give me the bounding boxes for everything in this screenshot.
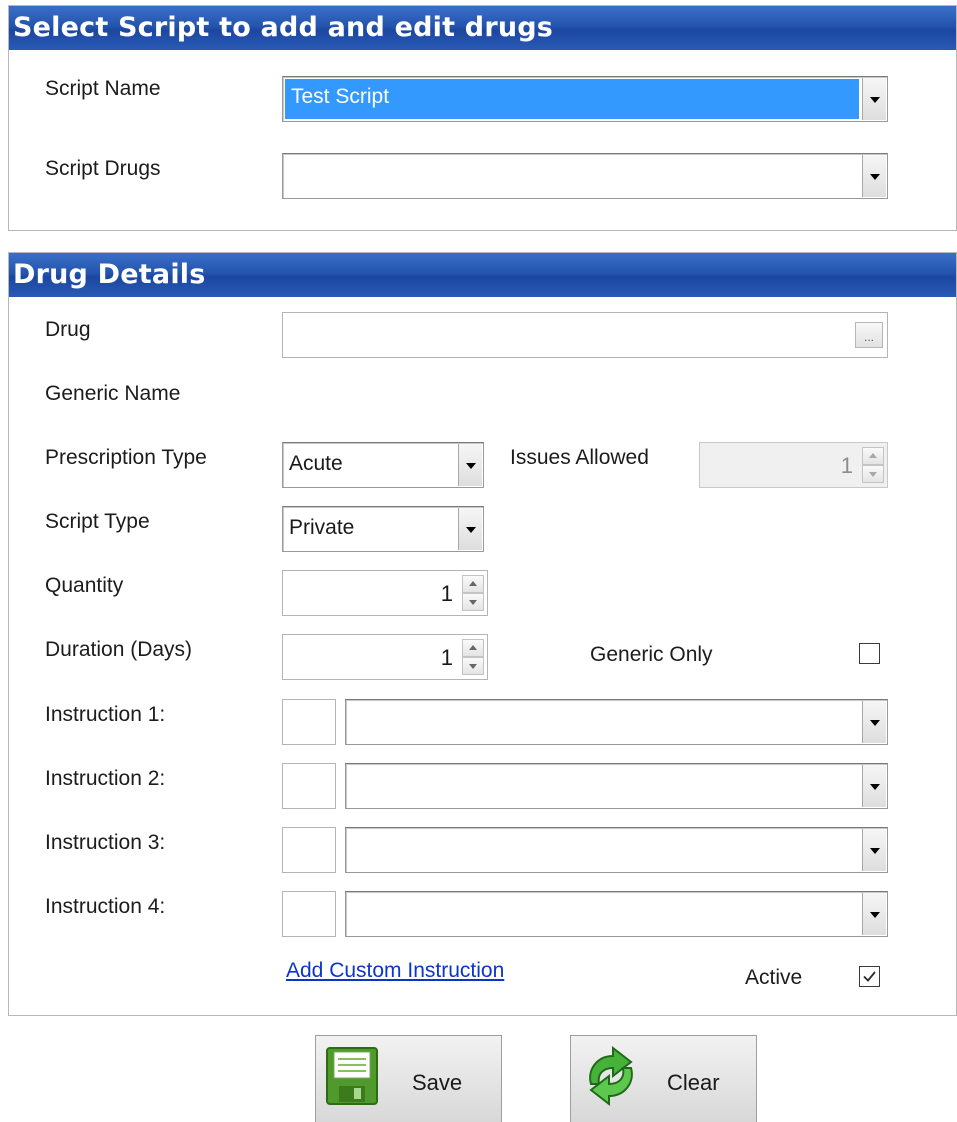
instruction-4-label: Instruction 4: bbox=[45, 895, 166, 918]
script-type-dropdown[interactable]: Private bbox=[282, 506, 484, 552]
script-name-label: Script Name bbox=[45, 77, 161, 100]
chevron-down-icon[interactable] bbox=[862, 765, 886, 807]
instruction-1-code-field[interactable] bbox=[282, 699, 336, 745]
issues-allowed-stepper: 1 bbox=[699, 442, 888, 488]
duration-value: 1 bbox=[440, 645, 453, 670]
stepper-down-icon bbox=[862, 465, 884, 483]
script-type-label: Script Type bbox=[45, 510, 150, 533]
stepper-down-icon[interactable] bbox=[462, 593, 484, 611]
save-button[interactable]: Save bbox=[315, 1035, 502, 1122]
clear-button[interactable]: Clear bbox=[570, 1035, 757, 1122]
instruction-1-dropdown[interactable] bbox=[345, 699, 888, 745]
duration-label: Duration (Days) bbox=[45, 638, 193, 661]
instruction-2-code-field[interactable] bbox=[282, 763, 336, 809]
stepper-up-icon[interactable] bbox=[462, 575, 484, 593]
prescription-type-value: Acute bbox=[289, 452, 343, 475]
chevron-down-icon[interactable] bbox=[458, 508, 482, 550]
active-label: Active bbox=[745, 966, 803, 989]
instruction-4-dropdown[interactable] bbox=[345, 891, 888, 937]
chevron-down-icon[interactable] bbox=[862, 893, 886, 935]
prescription-type-dropdown[interactable]: Acute bbox=[282, 442, 484, 488]
chevron-down-icon[interactable] bbox=[862, 78, 886, 120]
script-name-value: Test Script bbox=[285, 79, 859, 119]
select-script-panel: Select Script to add and edit drugs Scri… bbox=[8, 5, 957, 231]
drug-field[interactable]: ... bbox=[282, 312, 888, 358]
instruction-3-code-field[interactable] bbox=[282, 827, 336, 873]
instruction-2-label: Instruction 2: bbox=[45, 767, 166, 790]
script-type-value: Private bbox=[289, 516, 355, 539]
chevron-down-icon[interactable] bbox=[862, 829, 886, 871]
script-drugs-label: Script Drugs bbox=[45, 157, 161, 180]
drug-details-panel: Drug Details Drug ... Generic Name Presc… bbox=[8, 252, 957, 1016]
drug-browse-button[interactable]: ... bbox=[855, 322, 883, 348]
add-custom-instruction-link[interactable]: Add Custom Instruction bbox=[286, 959, 504, 983]
quantity-stepper[interactable]: 1 bbox=[282, 570, 488, 616]
stepper-up-icon bbox=[862, 447, 884, 465]
stepper-down-icon[interactable] bbox=[462, 657, 484, 675]
active-checkbox[interactable] bbox=[859, 966, 880, 987]
prescription-type-label: Prescription Type bbox=[45, 446, 207, 469]
recycle-icon bbox=[589, 1045, 633, 1107]
issues-allowed-value: 1 bbox=[840, 453, 853, 478]
chevron-down-icon[interactable] bbox=[862, 155, 886, 197]
chevron-down-icon[interactable] bbox=[862, 701, 886, 743]
script-name-dropdown[interactable]: Test Script bbox=[282, 76, 888, 122]
instruction-4-code-field[interactable] bbox=[282, 891, 336, 937]
drug-label: Drug bbox=[45, 318, 91, 341]
script-drugs-dropdown[interactable] bbox=[282, 153, 888, 199]
instruction-3-label: Instruction 3: bbox=[45, 831, 166, 854]
checkmark-icon bbox=[863, 971, 876, 982]
drug-details-panel-title: Drug Details bbox=[9, 253, 956, 297]
duration-stepper[interactable]: 1 bbox=[282, 634, 488, 680]
save-button-label: Save bbox=[412, 1070, 463, 1095]
select-script-panel-title: Select Script to add and edit drugs bbox=[9, 6, 956, 50]
generic-only-checkbox[interactable] bbox=[859, 643, 880, 664]
quantity-value: 1 bbox=[440, 581, 453, 606]
generic-name-label: Generic Name bbox=[45, 382, 181, 405]
chevron-down-icon[interactable] bbox=[458, 444, 482, 486]
instruction-3-dropdown[interactable] bbox=[345, 827, 888, 873]
generic-only-label: Generic Only bbox=[590, 643, 713, 666]
instruction-1-label: Instruction 1: bbox=[45, 703, 166, 726]
quantity-label: Quantity bbox=[45, 574, 124, 597]
stepper-up-icon[interactable] bbox=[462, 639, 484, 657]
clear-button-label: Clear bbox=[667, 1070, 720, 1095]
instruction-2-dropdown[interactable] bbox=[345, 763, 888, 809]
issues-allowed-label: Issues Allowed bbox=[510, 446, 649, 469]
floppy-disk-icon bbox=[326, 1047, 378, 1105]
